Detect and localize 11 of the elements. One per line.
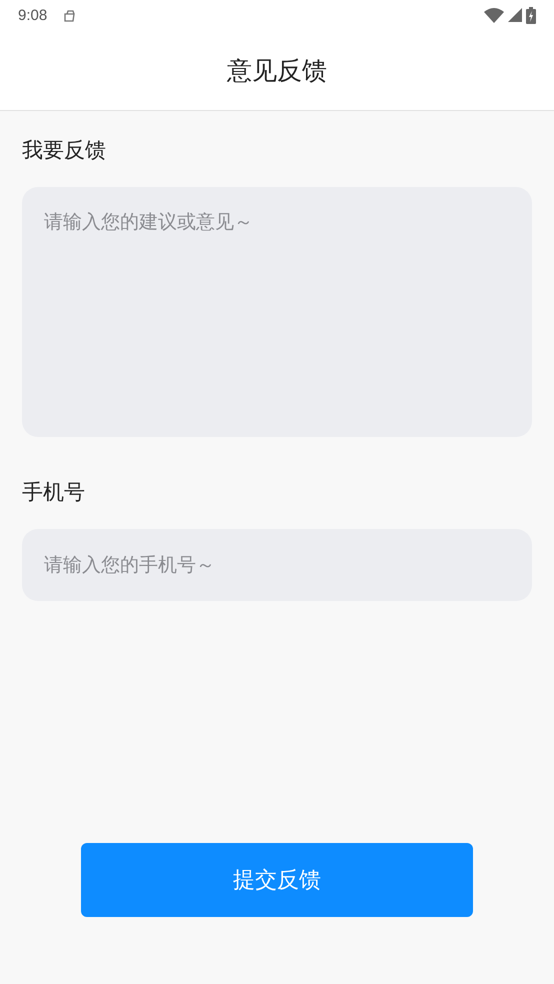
feedback-field[interactable]: 请输入您的建议或意见～: [22, 187, 532, 437]
phone-label: 手机号: [22, 479, 86, 506]
feedback-label: 我要反馈: [22, 137, 107, 164]
status-time: 9:08: [18, 6, 48, 24]
submit-button[interactable]: 提交反馈: [81, 843, 473, 917]
wifi-icon: [484, 8, 504, 22]
signal-icon: [508, 8, 522, 22]
battery-icon: [526, 6, 536, 24]
phone-field[interactable]: 请输入您的手机号～: [22, 529, 532, 601]
page-title: 意见反馈: [227, 54, 327, 86]
notification-icon: [63, 8, 76, 22]
